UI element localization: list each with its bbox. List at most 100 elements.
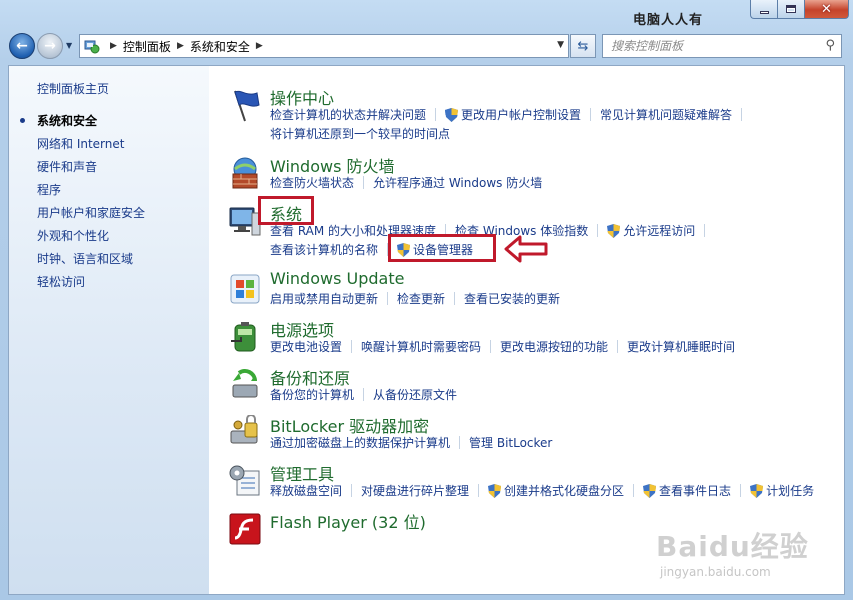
links-row: 释放磁盘空间 对硬盘进行碎片整理 创建并格式化硬盘分区 查看事件日志 计划任务 — [270, 482, 814, 499]
link-computer-name[interactable]: 查看该计算机的名称 — [270, 241, 378, 258]
link-label: 创建并格式化硬盘分区 — [504, 484, 625, 498]
link-encrypt-disk[interactable]: 通过加密磁盘上的数据保护计算机 — [270, 434, 450, 451]
history-dropdown[interactable]: ▼ — [66, 41, 72, 50]
link-wake-password[interactable]: 唤醒计算机时需要密码 — [361, 338, 481, 355]
category-bitlocker: BitLocker 驱动器加密 通过加密磁盘上的数据保护计算机 管理 BitLo… — [209, 413, 844, 453]
link-installed-updates[interactable]: 查看已安装的更新 — [464, 290, 560, 307]
sidebar-item-appearance[interactable]: 外观和个性化 — [37, 228, 145, 251]
link-check-status[interactable]: 检查计算机的状态并解决问题 — [270, 106, 426, 123]
breadcrumb-control-panel[interactable]: 控制面板 — [123, 38, 171, 55]
link-remote-access[interactable]: 允许远程访问 — [607, 222, 695, 239]
link-power-button[interactable]: 更改电源按钮的功能 — [500, 338, 608, 355]
caption-buttons: ✕ — [750, 0, 849, 19]
uac-shield-icon — [750, 483, 764, 498]
link-check-updates[interactable]: 检查更新 — [397, 290, 445, 307]
link-uac-settings[interactable]: 更改用户帐户控制设置 — [445, 106, 581, 123]
breadcrumb-chevron-icon[interactable]: ▶ — [177, 41, 184, 51]
link-troubleshoot[interactable]: 常见计算机问题疑难解答 — [600, 106, 732, 123]
link-divider — [741, 108, 743, 121]
link-label: 计划任务 — [766, 484, 815, 498]
category-firewall: Windows 防火墙 检查防火墙状态 允许程序通过 Windows 防火墙 — [209, 153, 844, 193]
link-free-disk-space[interactable]: 释放磁盘空间 — [270, 482, 342, 499]
sidebar-item-system-security[interactable]: 系统和安全 — [19, 113, 145, 136]
link-restore-files[interactable]: 从备份还原文件 — [373, 386, 457, 403]
sidebar-list: 系统和安全 网络和 Internet 硬件和声音 程序 用户帐户和家庭安全 外观… — [19, 113, 145, 297]
link-divider — [363, 388, 365, 401]
link-divider — [435, 108, 437, 121]
search-box[interactable]: ⚲ — [602, 34, 842, 58]
uac-shield-icon — [607, 223, 621, 238]
breadcrumb-chevron-icon[interactable]: ▶ — [110, 41, 117, 51]
sidebar-item-user-accounts[interactable]: 用户帐户和家庭安全 — [37, 205, 145, 228]
control-panel-icon — [84, 40, 100, 54]
breadcrumb-system-security[interactable]: 系统和安全 — [190, 38, 250, 55]
address-dropdown-icon[interactable]: ▼ — [557, 40, 564, 50]
address-bar[interactable]: ▶ 控制面板 ▶ 系统和安全 ▶ ▼ — [79, 34, 569, 58]
sidebar-item-programs[interactable]: 程序 — [37, 182, 145, 205]
link-divider — [633, 484, 635, 497]
uac-shield-icon — [445, 107, 459, 122]
link-label: 更改用户帐户控制设置 — [461, 108, 582, 122]
refresh-icon: ⇆ — [577, 38, 589, 54]
sidebar-item-clock-region[interactable]: 时钟、语言和区域 — [37, 251, 145, 274]
links-row: 检查防火墙状态 允许程序通过 Windows 防火墙 — [270, 174, 542, 191]
links-row: 将计算机还原到一个较早的时间点 — [270, 125, 450, 142]
link-divider — [704, 224, 706, 237]
link-event-log[interactable]: 查看事件日志 — [643, 482, 731, 499]
baidu-watermark: Baidu经验 — [656, 530, 809, 563]
search-icon[interactable]: ⚲ — [825, 38, 835, 53]
battery-icon — [231, 322, 256, 352]
sidebar-item-ease-of-access[interactable]: 轻松访问 — [37, 274, 145, 297]
highlight-box-system — [258, 196, 314, 225]
link-divider — [617, 340, 619, 353]
link-restore-point[interactable]: 将计算机还原到一个较早的时间点 — [270, 125, 450, 142]
links-row: 更改电池设置 唤醒计算机时需要密码 更改电源按钮的功能 更改计算机睡眠时间 — [270, 338, 735, 355]
link-sleep-time[interactable]: 更改计算机睡眠时间 — [627, 338, 735, 355]
sidebar-home-link[interactable]: 控制面板主页 — [37, 80, 109, 97]
link-manage-bitlocker[interactable]: 管理 BitLocker — [469, 434, 552, 451]
maximize-button[interactable] — [777, 0, 804, 19]
link-divider — [351, 340, 353, 353]
link-divider — [459, 436, 461, 449]
link-auto-update[interactable]: 启用或禁用自动更新 — [270, 290, 378, 307]
maximize-icon — [786, 5, 796, 13]
link-label: 允许远程访问 — [623, 224, 696, 238]
link-defragment[interactable]: 对硬盘进行碎片整理 — [361, 482, 469, 499]
minimize-button[interactable] — [750, 0, 777, 19]
baidu-watermark-url: jingyan.baidu.com — [660, 565, 771, 579]
link-divider — [590, 108, 592, 121]
link-task-scheduler[interactable]: 计划任务 — [750, 482, 814, 499]
breadcrumb-chevron-icon[interactable]: ▶ — [256, 41, 263, 51]
category-action-center: 操作中心 检查计算机的状态并解决问题 更改用户帐户控制设置 常见计算机问题疑难解… — [209, 85, 844, 145]
sidebar-item-hardware-sound[interactable]: 硬件和声音 — [37, 159, 145, 182]
minimize-icon — [759, 10, 769, 14]
sidebar-item-network[interactable]: 网络和 Internet — [37, 136, 145, 159]
link-label: 查看事件日志 — [659, 484, 732, 498]
category-windows-update: Windows Update 启用或禁用自动更新 检查更新 查看已安装的更新 — [209, 269, 844, 309]
category-title-flash-player[interactable]: Flash Player (32 位) — [270, 509, 426, 533]
bitlocker-icon — [230, 415, 258, 444]
link-create-partition[interactable]: 创建并格式化硬盘分区 — [488, 482, 624, 499]
links-row: 备份您的计算机 从备份还原文件 — [270, 386, 457, 403]
refresh-button[interactable]: ⇆ — [570, 34, 596, 58]
link-divider — [363, 176, 365, 189]
links-row: 通过加密磁盘上的数据保护计算机 管理 BitLocker — [270, 434, 552, 451]
backup-icon — [232, 369, 258, 398]
uac-shield-icon — [488, 483, 502, 498]
category-power-options: 电源选项 更改电池设置 唤醒计算机时需要密码 更改电源按钮的功能 更改计算机睡眠… — [209, 317, 844, 357]
link-divider — [740, 484, 742, 497]
windows-update-icon — [230, 274, 260, 304]
link-firewall-status[interactable]: 检查防火墙状态 — [270, 174, 354, 191]
close-button[interactable]: ✕ — [804, 0, 849, 19]
link-backup-computer[interactable]: 备份您的计算机 — [270, 386, 354, 403]
search-input[interactable] — [611, 39, 811, 53]
window-frame: 电脑人人有 ✕ ← → ▼ ▶ 控制面板 ▶ 系统和安全 ▶ ▼ ⇆ ⚲ — [0, 0, 853, 600]
link-divider — [490, 340, 492, 353]
category-title-windows-update[interactable]: Windows Update — [270, 269, 404, 288]
link-battery-settings[interactable]: 更改电池设置 — [270, 338, 342, 355]
link-divider — [387, 292, 389, 305]
back-button[interactable]: ← — [9, 33, 35, 59]
forward-button[interactable]: → — [37, 33, 63, 59]
link-allow-program[interactable]: 允许程序通过 Windows 防火墙 — [373, 174, 542, 191]
link-divider — [351, 484, 353, 497]
